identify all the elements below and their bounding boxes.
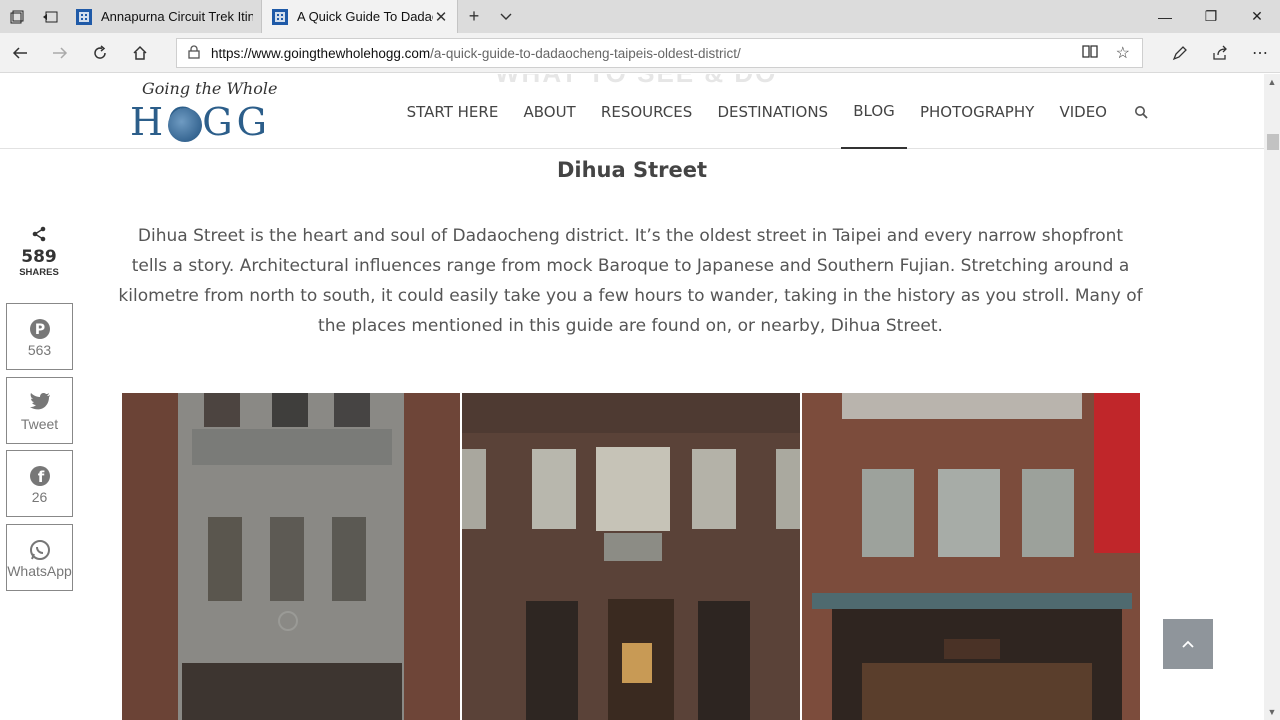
tab-annapurna[interactable]: Annapurna Circuit Trek Itine xyxy=(66,0,262,33)
site-favicon-icon xyxy=(76,8,92,25)
globe-icon xyxy=(168,108,202,142)
new-tab-button[interactable]: + xyxy=(458,0,490,33)
reading-view-icon[interactable] xyxy=(1082,44,1098,62)
facebook-share-button[interactable]: f 26 xyxy=(6,450,73,517)
refresh-button[interactable] xyxy=(80,33,120,73)
svg-text:P: P xyxy=(34,322,44,338)
twitter-icon xyxy=(7,392,72,414)
whatsapp-label: WhatsApp xyxy=(7,563,72,579)
share-sidebar: 589 SHARES P 563 Tweet f 26 WhatsApp xyxy=(4,226,74,591)
forward-button[interactable] xyxy=(40,33,80,73)
pinterest-icon: P xyxy=(7,318,72,340)
url-host: https://www.goingthewholehogg.com xyxy=(211,45,431,61)
nav-blog[interactable]: BLOG xyxy=(840,74,908,149)
main-nav: START HERE ABOUT RESOURCES DESTINATIONS … xyxy=(394,74,1162,149)
scrollbar-thumb[interactable] xyxy=(1267,134,1279,150)
nav-video[interactable]: VIDEO xyxy=(1047,74,1120,149)
share-count-box: 589 SHARES xyxy=(4,226,74,278)
home-button[interactable] xyxy=(120,33,160,73)
pinterest-count: 563 xyxy=(27,342,52,358)
minimize-icon[interactable]: — xyxy=(1142,0,1188,33)
share-icon xyxy=(4,226,74,247)
scroll-up-icon[interactable]: ▲ xyxy=(1264,74,1280,90)
tab-actions-icon[interactable] xyxy=(0,0,33,33)
whatsapp-icon xyxy=(7,539,72,561)
url-field[interactable]: https://www.goingthewholehogg.com/a-quic… xyxy=(176,38,1143,68)
share-icon[interactable] xyxy=(1200,33,1240,73)
tab-title: A Quick Guide To Dadao xyxy=(297,9,433,24)
url-path: /a-quick-guide-to-dadaocheng-taipeis-old… xyxy=(430,45,741,61)
facebook-icon: f xyxy=(7,465,72,487)
close-tab-icon[interactable]: ✕ xyxy=(433,8,449,26)
search-icon[interactable] xyxy=(1120,74,1162,149)
back-to-top-button[interactable] xyxy=(1163,619,1213,669)
nav-photography[interactable]: PHOTOGRAPHY xyxy=(907,74,1046,149)
tab-list-chevron-icon[interactable] xyxy=(490,0,522,33)
section-heading: Dihua Street xyxy=(556,158,708,182)
gallery-photo[interactable] xyxy=(462,393,800,720)
svg-text:f: f xyxy=(37,468,44,486)
twitter-label: Tweet xyxy=(20,416,59,432)
favorite-star-icon[interactable]: ☆ xyxy=(1116,43,1130,63)
logo-script-text: Going the Whole xyxy=(142,79,278,98)
nav-resources[interactable]: RESOURCES xyxy=(588,74,705,149)
browser-tab-bar: Annapurna Circuit Trek Itine A Quick Gui… xyxy=(0,0,1280,33)
scroll-down-icon[interactable]: ▼ xyxy=(1264,704,1280,720)
nav-start-here[interactable]: START HERE xyxy=(394,74,511,149)
chevron-up-icon xyxy=(1182,640,1194,648)
tab-dadaocheng[interactable]: A Quick Guide To Dadao ✕ xyxy=(262,0,458,33)
lock-icon[interactable] xyxy=(177,44,211,62)
whatsapp-share-button[interactable]: WhatsApp xyxy=(6,524,73,591)
site-header: Going the Whole HOGG START HERE ABOUT RE… xyxy=(0,74,1264,149)
close-window-icon[interactable]: ✕ xyxy=(1234,0,1280,33)
nav-about[interactable]: ABOUT xyxy=(511,74,588,149)
pen-icon[interactable] xyxy=(1160,33,1200,73)
set-tabs-aside-icon[interactable] xyxy=(33,0,66,33)
back-button[interactable] xyxy=(0,33,40,73)
web-page: WHAT TO SEE & DO Going the Whole HOGG ST… xyxy=(0,74,1264,720)
nav-destinations[interactable]: DESTINATIONS xyxy=(705,74,841,149)
twitter-share-button[interactable]: Tweet xyxy=(6,377,73,444)
gallery-photo[interactable] xyxy=(122,393,460,720)
gallery-photo[interactable] xyxy=(802,393,1140,720)
address-bar: https://www.goingthewholehogg.com/a-quic… xyxy=(0,33,1280,73)
page-scrollbar[interactable]: ▲ ▼ xyxy=(1264,74,1280,720)
site-logo[interactable]: Going the Whole HOGG xyxy=(128,78,278,146)
section-paragraph: Dihua Street is the heart and soul of Da… xyxy=(118,226,1143,336)
photo-gallery xyxy=(122,393,1140,720)
restore-icon[interactable]: ❐ xyxy=(1188,0,1234,33)
pinterest-share-button[interactable]: P 563 xyxy=(6,303,73,370)
facebook-count: 26 xyxy=(31,489,48,505)
site-favicon-icon xyxy=(272,8,288,25)
share-count: 589 xyxy=(21,247,57,267)
share-label: SHARES xyxy=(19,267,59,278)
more-icon[interactable]: ⋯ xyxy=(1240,33,1280,73)
tab-title: Annapurna Circuit Trek Itine xyxy=(101,9,253,24)
